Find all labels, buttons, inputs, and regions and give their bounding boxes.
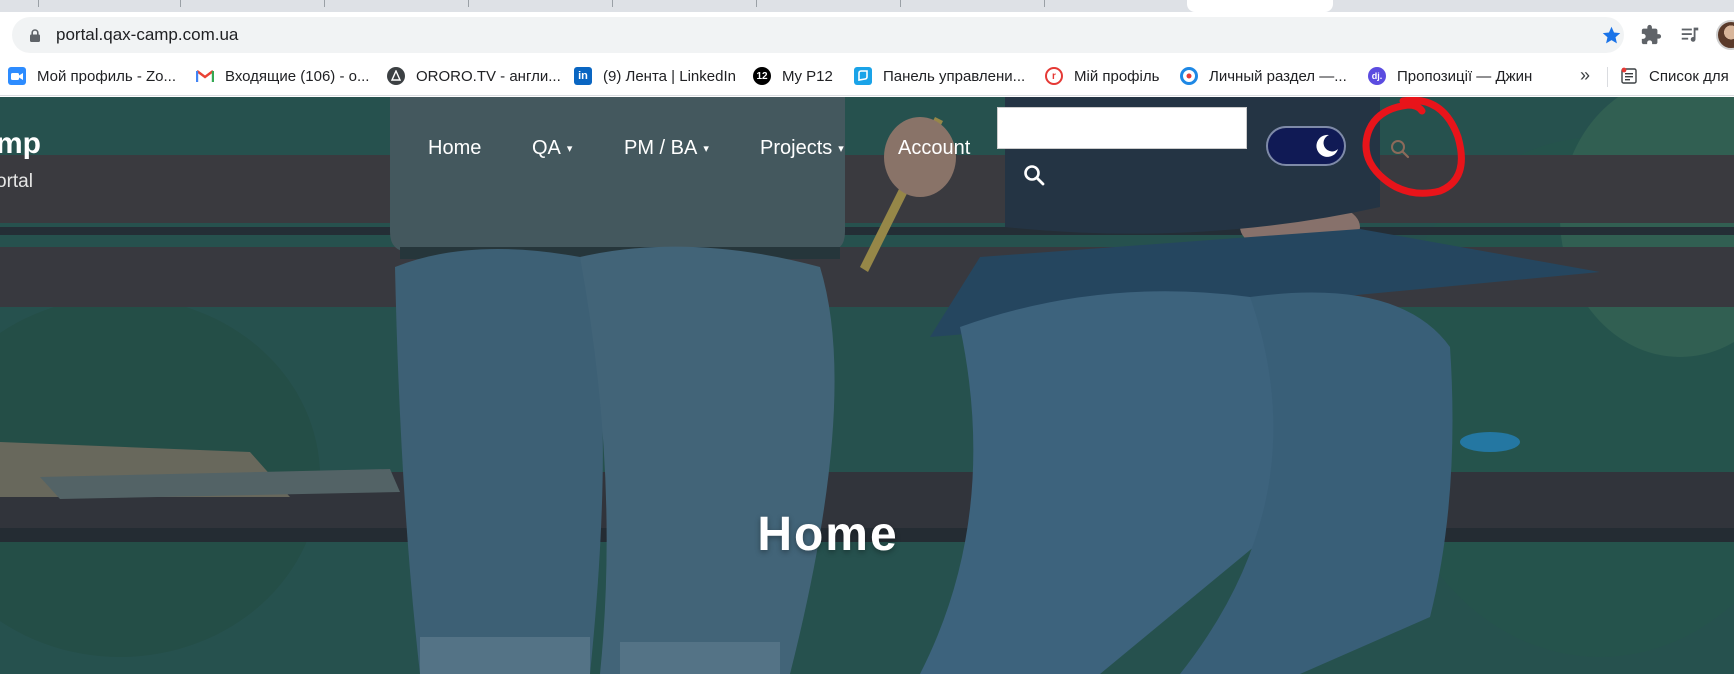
active-tab[interactable] bbox=[1187, 0, 1333, 12]
tab-separator bbox=[756, 0, 757, 7]
nav-home[interactable]: Home bbox=[428, 137, 481, 160]
address-bar[interactable]: portal.qax-camp.com.ua bbox=[12, 17, 1624, 53]
lock-icon[interactable] bbox=[29, 29, 41, 42]
tab-separator bbox=[612, 0, 613, 7]
tab-separator bbox=[180, 0, 181, 7]
target-icon bbox=[1180, 67, 1198, 85]
bookmark-label: (9) Лента | LinkedIn bbox=[603, 67, 736, 85]
profile-avatar[interactable] bbox=[1716, 20, 1734, 50]
url-text[interactable]: portal.qax-camp.com.ua bbox=[56, 25, 238, 45]
tab-separator bbox=[38, 0, 39, 7]
bookmark-item[interactable]: 12 My P12 bbox=[753, 65, 833, 87]
gmail-icon bbox=[196, 67, 214, 85]
bookmark-item[interactable]: Личный раздел —... bbox=[1180, 65, 1347, 87]
more-bookmarks-chevron-icon[interactable]: » bbox=[1580, 65, 1590, 86]
bookmark-label: Личный раздел —... bbox=[1209, 67, 1347, 85]
bookmarks-divider bbox=[1607, 67, 1608, 87]
profile-r-icon: r bbox=[1045, 67, 1063, 85]
djinni-icon: dj. bbox=[1368, 67, 1386, 85]
hero-page-title: Home bbox=[757, 508, 899, 561]
nav-account[interactable]: Account bbox=[898, 137, 970, 160]
p12-icon: 12 bbox=[753, 67, 771, 85]
nav-pm-ba[interactable]: PM / BA ▾ bbox=[624, 137, 709, 160]
bookmark-item[interactable]: in (9) Лента | LinkedIn bbox=[574, 65, 736, 87]
tab-separator bbox=[900, 0, 901, 7]
dark-mode-toggle[interactable] bbox=[1266, 126, 1346, 166]
reading-list[interactable]: Список для bbox=[1620, 65, 1729, 87]
bookmark-item[interactable]: dj. Пропозиції — Джин bbox=[1368, 65, 1532, 87]
bookmark-item[interactable]: Панель управлени... bbox=[854, 65, 1025, 87]
ororo-icon bbox=[387, 67, 405, 85]
site-search-input[interactable] bbox=[997, 107, 1247, 149]
bookmark-label: My P12 bbox=[782, 67, 833, 85]
site-logo-title[interactable]: mp bbox=[0, 127, 41, 161]
bookmark-label: Мій профіль bbox=[1074, 67, 1160, 85]
bookmark-star-icon[interactable] bbox=[1601, 25, 1622, 46]
website-viewport: mp ortal Home QA ▾ PM / BA ▾ Projects ▾ Acc… bbox=[0, 97, 1734, 674]
nav-qa[interactable]: QA ▾ bbox=[532, 137, 572, 160]
bookmark-label: Панель управлени... bbox=[883, 67, 1026, 85]
tab-strip bbox=[0, 0, 1734, 12]
bookmark-item[interactable]: r Мій профіль bbox=[1045, 65, 1159, 87]
search-icon bbox=[1024, 165, 1045, 186]
bookmark-label: Пропозиції — Джин bbox=[1397, 67, 1533, 85]
dropdown-caret-icon: ▾ bbox=[703, 143, 709, 155]
nav-account-label: Account bbox=[898, 137, 971, 159]
dropdown-caret-icon: ▾ bbox=[566, 143, 573, 155]
header-search-icon[interactable] bbox=[1388, 137, 1412, 161]
media-queue-icon[interactable] bbox=[1679, 24, 1701, 46]
nav-projects-label: Projects bbox=[760, 137, 833, 159]
panel-icon bbox=[854, 67, 872, 85]
bookmark-label: ORORO.TV - англи... bbox=[416, 67, 561, 85]
site-tagline: ortal bbox=[0, 171, 33, 192]
bookmark-item[interactable]: Входящие (106) - о... bbox=[196, 65, 369, 87]
tab-separator bbox=[1044, 0, 1045, 7]
tab-separator bbox=[324, 0, 325, 7]
browser-toolbar: portal.qax-camp.com.ua bbox=[0, 12, 1734, 58]
linkedin-icon: in bbox=[574, 67, 592, 85]
nav-qa-label: QA bbox=[532, 137, 561, 159]
tab-separator bbox=[468, 0, 469, 7]
hero-overlay bbox=[0, 97, 1734, 674]
bookmarks-bar: Мой профиль - Zo... Входящие (106) - о..… bbox=[0, 58, 1734, 96]
search-submit-button[interactable] bbox=[1021, 163, 1047, 189]
reading-list-label: Список для bbox=[1649, 67, 1729, 85]
dropdown-caret-icon: ▾ bbox=[838, 143, 844, 155]
extensions-puzzle-icon[interactable] bbox=[1640, 24, 1662, 46]
bookmark-item[interactable]: Мой профиль - Zo... bbox=[8, 65, 176, 87]
reading-list-icon bbox=[1620, 67, 1638, 85]
nav-projects[interactable]: Projects ▾ bbox=[760, 137, 844, 160]
nav-pm-ba-label: PM / BA bbox=[624, 137, 698, 159]
bookmark-label: Входящие (106) - о... bbox=[225, 67, 370, 85]
moon-icon bbox=[1316, 134, 1338, 157]
bookmark-item[interactable]: ORORO.TV - англи... bbox=[387, 65, 561, 87]
bookmark-label: Мой профиль - Zo... bbox=[37, 67, 176, 85]
nav-home-label: Home bbox=[428, 137, 482, 159]
zoom-icon bbox=[8, 67, 26, 85]
